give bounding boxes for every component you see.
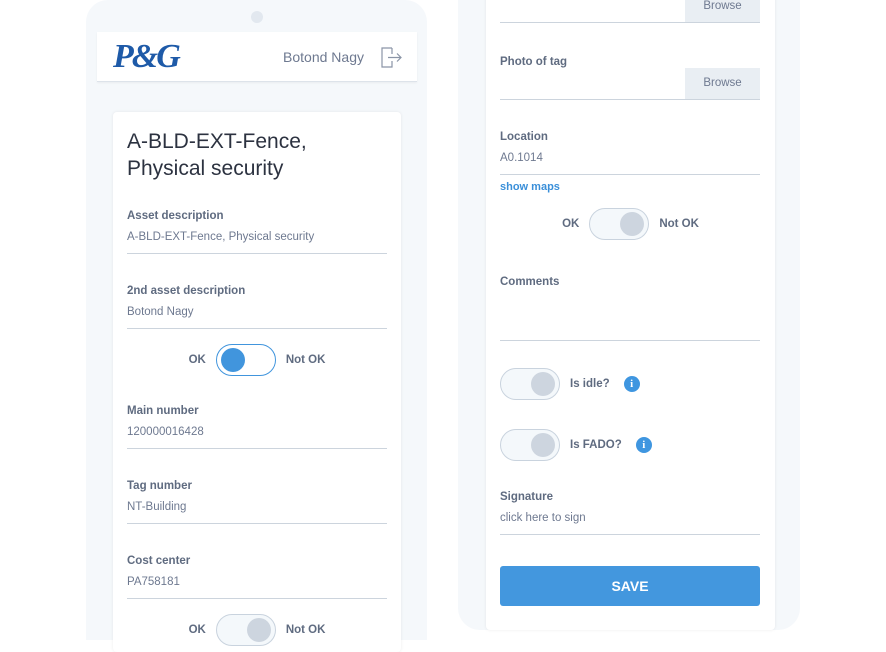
is-fado-toggle[interactable] — [500, 429, 560, 461]
ok-toggle-row-2: OK Not OK — [113, 614, 401, 646]
asset-title: A-BLD-EXT-Fence, Physical security — [127, 130, 307, 180]
logout-icon[interactable] — [379, 45, 403, 69]
field-value: NT-Building — [127, 501, 187, 513]
browse-button[interactable]: Browse — [685, 0, 760, 22]
ok-label: OK — [562, 218, 580, 230]
field-value: A0.1014 — [500, 152, 543, 164]
save-button[interactable]: SAVE — [500, 566, 760, 606]
info-icon[interactable]: i — [623, 376, 640, 392]
field-label: Photo of tag — [500, 56, 568, 68]
main-number-field[interactable]: Main number 120000016428 — [127, 405, 387, 449]
field-value: Botond Nagy — [127, 306, 194, 318]
is-idle-label: Is idle? — [570, 378, 610, 390]
asset-card: A-BLD-EXT-Fence, Physical security Asset… — [113, 112, 401, 652]
not-ok-label: Not OK — [285, 624, 326, 636]
not-ok-label: Not OK — [659, 218, 699, 230]
field-value: 120000016428 — [127, 426, 204, 438]
is-fado-row: Is FADO? i — [500, 429, 652, 461]
right-device-frame: Browse Photo of tag Browse Location A0.101… — [458, 0, 800, 630]
location-field[interactable]: Location A0.1014 — [500, 131, 760, 175]
asset-description-field[interactable]: Asset description A-BLD-EXT-Fence, Physic… — [127, 210, 387, 254]
ok-toggle[interactable] — [215, 344, 276, 376]
is-idle-toggle[interactable] — [500, 368, 560, 400]
field-value: PA758181 — [127, 576, 180, 588]
ok-toggle[interactable] — [589, 208, 650, 240]
ok-toggle-2[interactable] — [215, 614, 276, 646]
field-value: A-BLD-EXT-Fence, Physical security — [127, 231, 315, 243]
ok-toggle-row: OK Not OK — [113, 344, 401, 376]
ok-label: OK — [188, 354, 206, 366]
second-asset-description-field[interactable]: 2nd asset description Botond Nagy — [127, 285, 387, 329]
field-label: Cost center — [127, 555, 191, 567]
comments-field[interactable]: Comments — [500, 276, 760, 341]
signature-field[interactable]: Signature click here to sign — [500, 491, 760, 535]
field-label: Comments — [500, 276, 560, 288]
field-label: Main number — [127, 405, 199, 417]
tag-number-field[interactable]: Tag number NT-Building — [127, 480, 387, 524]
field-label: Asset description — [127, 210, 224, 222]
user-name: Botond Nagy — [283, 49, 364, 65]
ok-label: OK — [188, 624, 206, 636]
not-ok-label: Not OK — [285, 354, 326, 366]
show-maps-link[interactable]: show maps — [500, 181, 560, 193]
ok-toggle-row: OK Not OK — [486, 208, 775, 240]
is-idle-row: Is idle? i — [500, 368, 640, 400]
photo-of-tag-field[interactable]: Photo of tag Browse — [500, 56, 760, 100]
field-label: Location — [500, 131, 548, 143]
is-fado-label: Is FADO? — [570, 439, 622, 451]
file-field[interactable]: Browse — [500, 0, 760, 23]
photo-browse-button[interactable]: Browse — [685, 68, 760, 99]
pg-logo: P&G — [113, 38, 181, 75]
left-device-frame: P&G Botond Nagy A-BLD-EXT-Fence, Physica… — [86, 0, 427, 652]
form-card: Browse Photo of tag Browse Location A0.101… — [486, 0, 775, 630]
cost-center-field[interactable]: Cost center PA758181 — [127, 555, 387, 599]
field-label: Tag number — [127, 480, 192, 492]
app-header: P&G Botond Nagy — [97, 32, 417, 82]
field-label: Signature — [500, 491, 554, 503]
signature-placeholder[interactable]: click here to sign — [500, 512, 760, 524]
camera-dot — [251, 11, 263, 23]
field-label: 2nd asset description — [127, 285, 246, 297]
info-icon[interactable]: i — [635, 437, 652, 453]
